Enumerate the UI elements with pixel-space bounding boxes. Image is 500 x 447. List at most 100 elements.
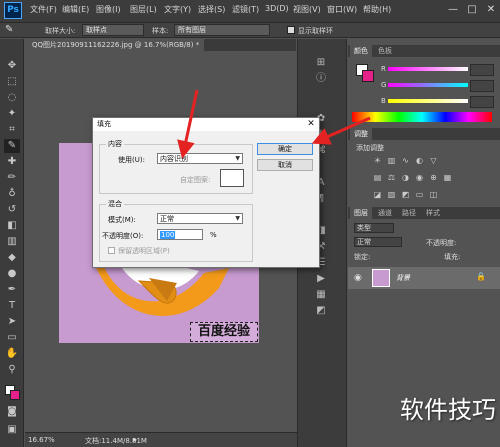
blue-value[interactable] — [470, 96, 494, 108]
lock-label: 锁定: — [354, 253, 371, 261]
lasso-tool-icon[interactable]: ◌ — [4, 91, 20, 105]
tab-layers[interactable]: 图层 — [350, 207, 372, 219]
posterize-icon[interactable]: ▧ — [386, 190, 397, 200]
eraser-tool-icon[interactable]: ◧ — [4, 219, 20, 233]
opacity-input[interactable]: 100 — [157, 229, 203, 240]
clone-stamp-tool-icon[interactable]: ♁ — [4, 187, 20, 201]
green-slider[interactable] — [388, 83, 468, 87]
blending-group-title: 混合 — [106, 199, 124, 209]
tab-channels[interactable]: 通道 — [374, 207, 396, 219]
mode-select-value: 正常 — [160, 215, 174, 223]
menu-select[interactable]: 选择(S) — [198, 4, 225, 15]
quick-select-tool-icon[interactable]: ✦ — [4, 107, 20, 121]
custom-pattern-preview[interactable] — [220, 169, 244, 187]
color-spectrum[interactable] — [352, 112, 492, 122]
tab-adjustments[interactable]: 调整 — [350, 128, 372, 140]
zoom-level[interactable]: 16.67% — [28, 436, 55, 444]
mode-select[interactable]: 正常 ▼ — [157, 213, 243, 224]
hand-tool-icon[interactable]: ✋ — [4, 347, 20, 361]
blur-tool-icon[interactable]: ◆ — [4, 251, 20, 265]
brush-tool-icon[interactable]: ✏ — [4, 171, 20, 185]
layer-visibility-eye-icon[interactable]: ◉ — [354, 273, 362, 283]
menu-help[interactable]: 帮助(H) — [363, 4, 391, 15]
quick-mask-icon[interactable]: ◙ — [4, 405, 20, 419]
menu-file[interactable]: 文件(F) — [30, 4, 57, 15]
menu-view[interactable]: 视图(V) — [293, 4, 321, 15]
brightness-icon[interactable]: ☀ — [372, 156, 383, 166]
pen-tool-icon[interactable]: ✒ — [4, 283, 20, 297]
green-value[interactable] — [470, 80, 494, 92]
healing-tool-icon[interactable]: ✚ — [4, 155, 20, 169]
layer-row-background[interactable]: ◉ 背景 🔒 — [348, 267, 500, 289]
zoom-tool-icon[interactable]: ⚲ — [4, 363, 20, 377]
dialog-close-icon[interactable]: ✕ — [306, 118, 316, 131]
channel-mixer-icon[interactable]: ⊕ — [428, 173, 439, 183]
black-white-icon[interactable]: ◑ — [400, 173, 411, 183]
photo-filter-icon[interactable]: ◉ — [414, 173, 425, 183]
exposure-icon[interactable]: ◐ — [414, 156, 425, 166]
document-tab[interactable]: QQ图片20190911162226.jpg @ 16.7%(RGB/8) * … — [28, 39, 204, 51]
layer-kind-filter[interactable]: 类型 — [354, 223, 394, 233]
fill-label: 填充: — [444, 253, 461, 261]
selective-color-icon[interactable]: ◫ — [428, 190, 439, 200]
info-panel-icon[interactable]: ⓘ — [314, 73, 328, 85]
menu-window[interactable]: 窗口(W) — [327, 4, 357, 15]
menu-filter[interactable]: 滤镜(T) — [232, 4, 259, 15]
styles-icon[interactable]: ◩ — [314, 305, 328, 317]
eyedropper-tool-icon[interactable]: ✎ — [4, 139, 20, 153]
levels-icon[interactable]: ▥ — [386, 156, 397, 166]
gradient-tool-icon[interactable]: ▥ — [4, 235, 20, 249]
menu-3d[interactable]: 3D(D) — [265, 4, 289, 13]
vibrance-icon[interactable]: ▽ — [428, 156, 439, 166]
hue-saturation-icon[interactable]: ▤ — [372, 173, 383, 183]
type-tool-icon[interactable]: T — [4, 299, 20, 313]
blue-slider[interactable] — [388, 99, 468, 103]
ok-button[interactable]: 确定 — [257, 143, 313, 155]
tab-paths[interactable]: 路径 — [398, 207, 420, 219]
threshold-icon[interactable]: ◩ — [400, 190, 411, 200]
color-balance-icon[interactable]: ⚖ — [386, 173, 397, 183]
marquee-tool-icon[interactable]: ⬚ — [4, 75, 20, 89]
status-arrow-icon[interactable]: ▸ — [133, 435, 137, 444]
menu-layer[interactable]: 图层(L) — [130, 4, 157, 15]
sample-select[interactable]: 所有图层 — [174, 24, 270, 36]
eyedropper-icon[interactable]: ✎ — [5, 24, 23, 36]
move-tool-icon[interactable]: ✥ — [4, 59, 20, 73]
tab-color[interactable]: 颜色 — [350, 45, 372, 57]
tab-swatches[interactable]: 色板 — [374, 45, 396, 57]
maximize-icon[interactable]: □ — [465, 3, 479, 17]
curves-icon[interactable]: ∿ — [400, 156, 411, 166]
invert-icon[interactable]: ◪ — [372, 190, 383, 200]
background-color-chip[interactable] — [362, 70, 374, 82]
minimize-icon[interactable]: — — [446, 3, 460, 17]
red-slider[interactable] — [388, 67, 468, 71]
color-lookup-icon[interactable]: ▦ — [442, 173, 453, 183]
crop-tool-icon[interactable]: ⌗ — [4, 123, 20, 137]
history-brush-tool-icon[interactable]: ↺ — [4, 203, 20, 217]
shape-tool-icon[interactable]: ▭ — [4, 331, 20, 345]
tab-styles[interactable]: 样式 — [422, 207, 444, 219]
dodge-tool-icon[interactable]: ● — [4, 267, 20, 281]
add-adjustment-label: 添加调整 — [356, 144, 384, 152]
preserve-transparency-checkbox[interactable] — [108, 247, 115, 254]
menu-image[interactable]: 图像(I) — [96, 4, 121, 15]
sample-size-select[interactable]: 取样点 — [82, 24, 144, 36]
opacity-label: 不透明度: — [426, 239, 457, 247]
red-value[interactable] — [470, 64, 494, 76]
layer-name[interactable]: 背景 — [396, 273, 410, 283]
screen-mode-icon[interactable]: ▣ — [4, 423, 20, 437]
actions-icon[interactable]: ▶ — [314, 273, 328, 285]
background-color-swatch[interactable] — [10, 390, 20, 400]
history-panel-icon[interactable]: ⊞ — [314, 57, 328, 69]
menu-edit[interactable]: 编辑(E) — [62, 4, 89, 15]
blend-mode-select[interactable]: 正常 — [354, 237, 402, 247]
close-icon[interactable]: ✕ — [484, 3, 498, 17]
path-select-tool-icon[interactable]: ➤ — [4, 315, 20, 329]
swatches-icon[interactable]: ▦ — [314, 289, 328, 301]
menu-type[interactable]: 文字(Y) — [164, 4, 191, 15]
use-select[interactable]: 内容识别 ▼ — [157, 153, 243, 164]
cancel-button[interactable]: 取消 — [257, 159, 313, 171]
show-ring-checkbox[interactable] — [287, 26, 295, 34]
gradient-map-icon[interactable]: ▭ — [414, 190, 425, 200]
document-size: 文档:11.4M/8.81M — [85, 437, 147, 445]
